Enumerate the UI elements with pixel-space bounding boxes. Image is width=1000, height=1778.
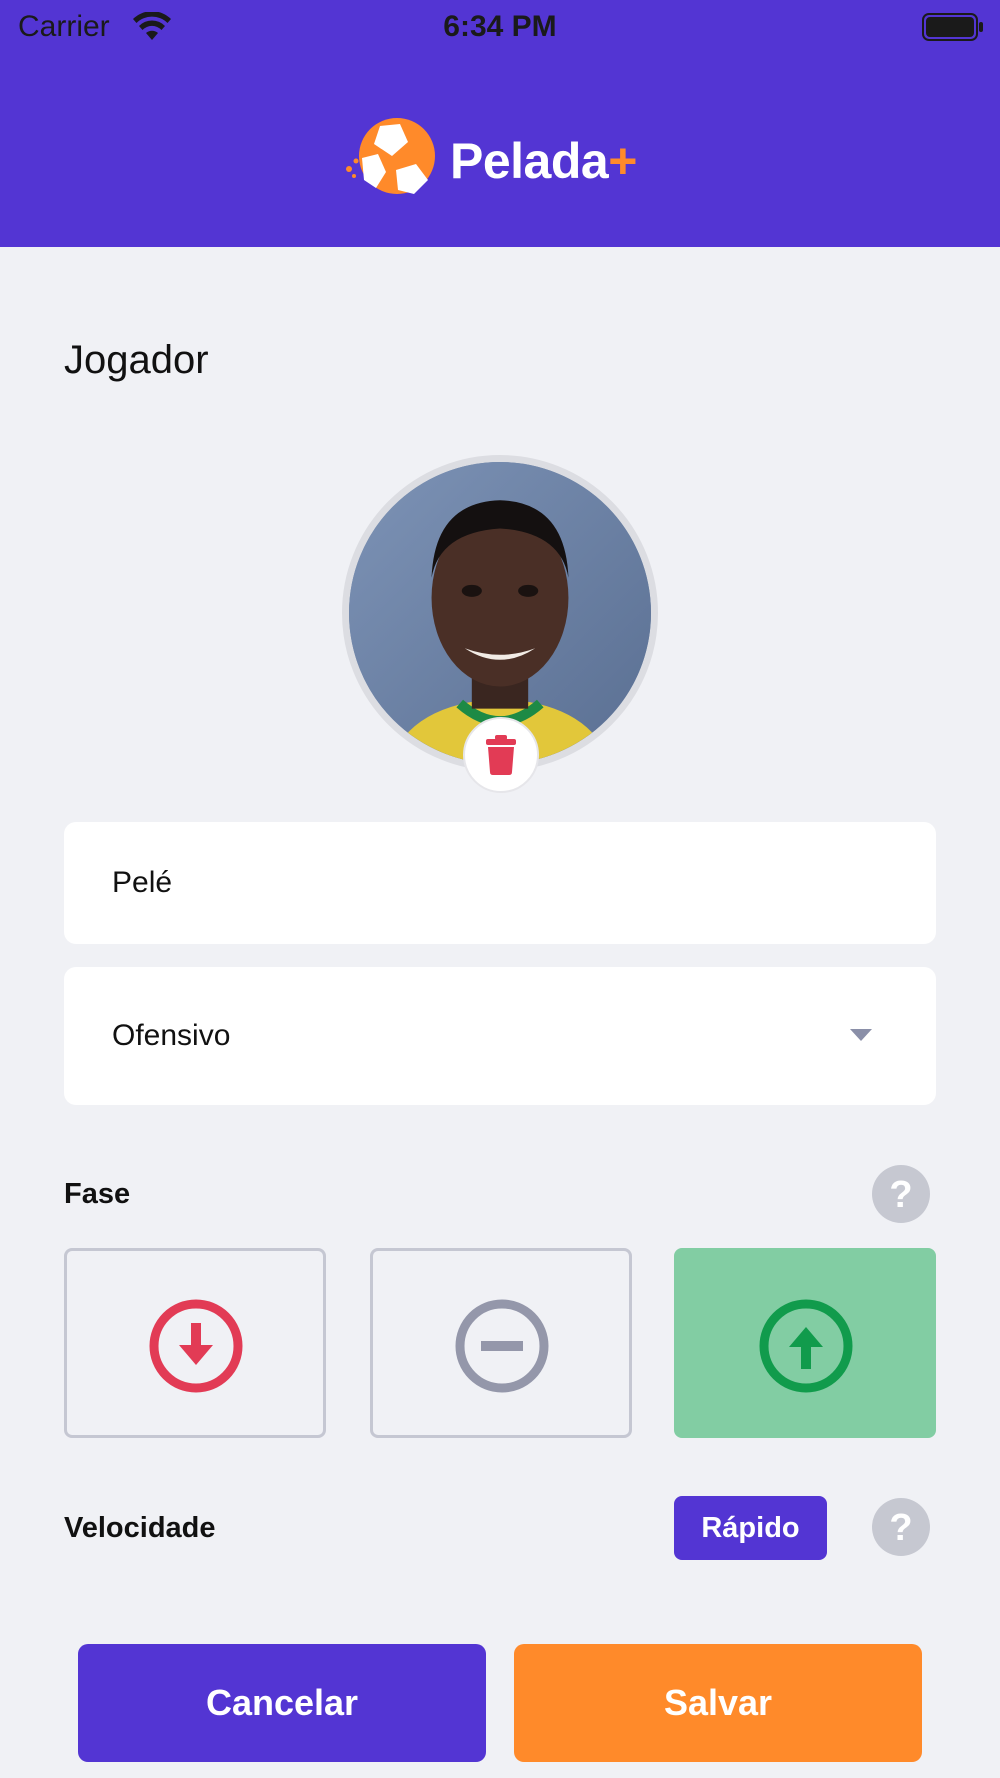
phase-label: Fase <box>64 1178 131 1210</box>
player-photo-container <box>342 455 658 793</box>
phase-help-icon[interactable]: ? <box>872 1165 930 1223</box>
speed-label: Velocidade <box>64 1512 216 1544</box>
phase-option-up[interactable] <box>674 1248 936 1438</box>
save-button[interactable]: Salvar <box>514 1644 922 1762</box>
app-header: Carrier 6:34 PM Pelada+ <box>0 0 1000 247</box>
svg-text:?: ? <box>889 1507 912 1549</box>
speed-help-icon[interactable]: ? <box>872 1498 930 1556</box>
brand-plus: + <box>608 133 637 189</box>
delete-photo-button[interactable] <box>463 717 539 793</box>
app-logo: Pelada+ <box>340 114 670 204</box>
phase-option-down[interactable] <box>64 1248 326 1438</box>
phase-option-neutral[interactable] <box>370 1248 632 1438</box>
player-name-value: Pelé <box>112 866 173 899</box>
arrow-down-circle-icon <box>149 1299 243 1393</box>
battery-icon <box>922 13 983 41</box>
position-select[interactable]: Ofensivo <box>64 967 936 1105</box>
chevron-down-icon <box>850 1029 872 1041</box>
brand-name: Pelada+ <box>450 132 637 190</box>
svg-text:?: ? <box>889 1174 912 1216</box>
minus-circle-icon <box>455 1299 549 1393</box>
position-select-value: Ofensivo <box>112 1019 231 1052</box>
brand-text: Pelada <box>450 133 609 189</box>
status-bar: Carrier 6:34 PM <box>0 0 1000 56</box>
player-name-input[interactable]: Pelé <box>64 822 936 944</box>
status-time: 6:34 PM <box>443 10 557 43</box>
trash-icon <box>486 735 516 775</box>
cancel-button[interactable]: Cancelar <box>78 1644 486 1762</box>
arrow-up-circle-icon <box>759 1299 853 1393</box>
speed-value-button[interactable]: Rápido <box>674 1496 827 1560</box>
page-title: Jogador <box>64 338 209 382</box>
soccer-ball-icon <box>346 118 435 194</box>
